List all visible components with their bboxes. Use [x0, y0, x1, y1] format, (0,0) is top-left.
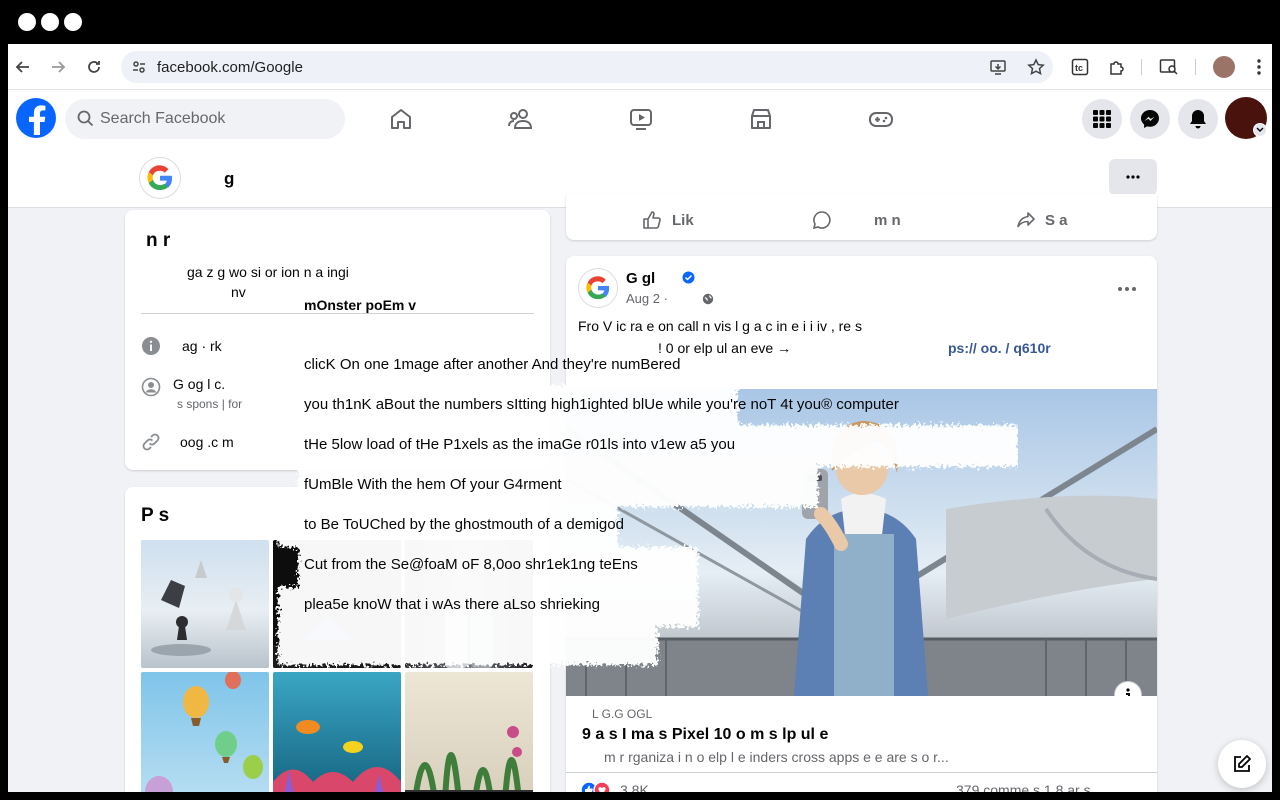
tab-search-icon[interactable] [1158, 56, 1180, 78]
url-text: facebook.com/Google [157, 59, 303, 76]
back-icon[interactable] [10, 54, 36, 80]
post-author-name[interactable]: G gl [626, 270, 655, 287]
photo-thumbnail-plants[interactable] [405, 672, 533, 792]
site-settings-icon[interactable] [131, 59, 147, 80]
intro-bio-line2: nv [231, 284, 246, 300]
comment-icon[interactable] [812, 210, 832, 235]
poem-line-8: plea5e knoW that i wAs there aLso shriek… [304, 596, 600, 613]
divider [566, 772, 1157, 773]
link-preview[interactable]: L G.G OGL 9 a s I ma s Pixel 10 o m s lp… [566, 696, 1157, 772]
gaming-icon[interactable] [861, 99, 901, 139]
facebook-logo[interactable] [16, 98, 56, 138]
more-options-button[interactable] [1109, 159, 1157, 195]
marketplace-icon[interactable] [741, 99, 781, 139]
poem-line-2: clicK On one 1mage after another And the… [304, 356, 681, 373]
like-reaction-icon[interactable] [580, 781, 612, 792]
toolbar-divider [1141, 59, 1142, 75]
info-icon [141, 336, 161, 361]
video-icon[interactable] [621, 99, 661, 139]
link-preview-source: L G.G OGL [592, 707, 653, 721]
comment-button[interactable]: m n [874, 212, 901, 229]
intro-company-sub: s spons | for [177, 397, 243, 411]
install-app-icon[interactable] [987, 56, 1009, 78]
address-bar-row: facebook.com/Google tc [8, 44, 1272, 90]
search-input[interactable]: Search Facebook [100, 110, 225, 128]
screen: facebook.com/Google tc Search Facebook g… [0, 0, 1280, 800]
messenger-icon[interactable] [1130, 99, 1170, 139]
page-name[interactable]: g [224, 169, 234, 189]
intro-category: ag · rk [182, 338, 222, 354]
share-button[interactable]: S a [1045, 212, 1068, 229]
share-icon[interactable] [1016, 210, 1036, 235]
compose-icon [1234, 755, 1251, 772]
url-field[interactable]: facebook.com/Google [121, 51, 1053, 83]
reload-icon[interactable] [81, 54, 107, 80]
poem-line-3: you th1nK aBout the numbers sItting high… [304, 396, 899, 413]
chevron-down-icon[interactable] [1253, 123, 1267, 137]
search-icon [77, 110, 94, 132]
poem-line-4: tHe 5low load of tHe P1xels as the imaGe… [304, 436, 736, 453]
browser-menu-icon[interactable] [1248, 56, 1270, 78]
poem-line-6: to Be ToUChed by the ghostmouth of a dem… [304, 516, 624, 533]
menu-grid-icon[interactable] [1082, 99, 1122, 139]
photo-thumbnail-chess[interactable] [141, 540, 269, 668]
tc-extension-icon[interactable]: tc [1069, 56, 1091, 78]
verified-person-icon [141, 377, 161, 402]
link-icon [141, 432, 161, 457]
bookmark-star-icon[interactable] [1025, 56, 1047, 78]
photos-title[interactable]: P s [141, 505, 169, 527]
previous-post-actions: Lik m n S a [566, 194, 1157, 240]
compose-message-button[interactable] [1218, 740, 1266, 788]
intro-bio-line1: ga z g wo si or ion n a ingi [187, 264, 349, 280]
link-preview-description: m r rganiza i n o elp l e inders cross a… [604, 749, 949, 765]
forward-icon[interactable] [45, 54, 71, 80]
toolbar-divider [1195, 59, 1196, 75]
link-preview-title[interactable]: 9 a s I ma s Pixel 10 o m s lp ul e [582, 726, 828, 744]
poem-line-7: Cut from the Se@foaM oF 8,0oo shr1ek1ng … [304, 556, 638, 573]
poem-line-5: fUmBle With the hem Of your G4rment [304, 476, 562, 493]
intro-company: G og l c. [173, 376, 226, 392]
photo-thumbnail-reef[interactable] [273, 672, 401, 792]
notifications-bell-icon[interactable] [1178, 99, 1218, 139]
post-more-options-icon[interactable] [1118, 278, 1136, 296]
search-box[interactable]: Search Facebook [65, 99, 345, 139]
reactions-count[interactable]: 3.8K [620, 782, 649, 792]
friends-icon[interactable] [501, 99, 541, 139]
svg-text:tc: tc [1075, 63, 1083, 73]
poem-line-1: mOnster poEm v [304, 297, 417, 313]
intro-website-link[interactable]: oog .c m [180, 434, 234, 450]
home-icon[interactable] [381, 99, 421, 139]
facebook-header: Search Facebook [8, 90, 1272, 148]
like-icon[interactable] [642, 210, 662, 235]
google-logo[interactable] [139, 157, 181, 199]
photo-thumbnail-balloons[interactable] [141, 672, 269, 792]
extensions-puzzle-icon[interactable] [1106, 56, 1128, 78]
comments-shares-count[interactable]: 379 comme s 1 8 ar s [956, 782, 1091, 792]
window-close-dot[interactable] [18, 13, 36, 31]
browser-window: facebook.com/Google tc Search Facebook g… [8, 44, 1272, 792]
like-button[interactable]: Lik [672, 212, 694, 229]
intro-title: n r [146, 230, 171, 251]
verified-badge-icon [682, 271, 695, 289]
window-minimize-dot[interactable] [41, 13, 59, 31]
profile-avatar[interactable] [1213, 56, 1235, 78]
window-maximize-dot[interactable] [64, 13, 82, 31]
